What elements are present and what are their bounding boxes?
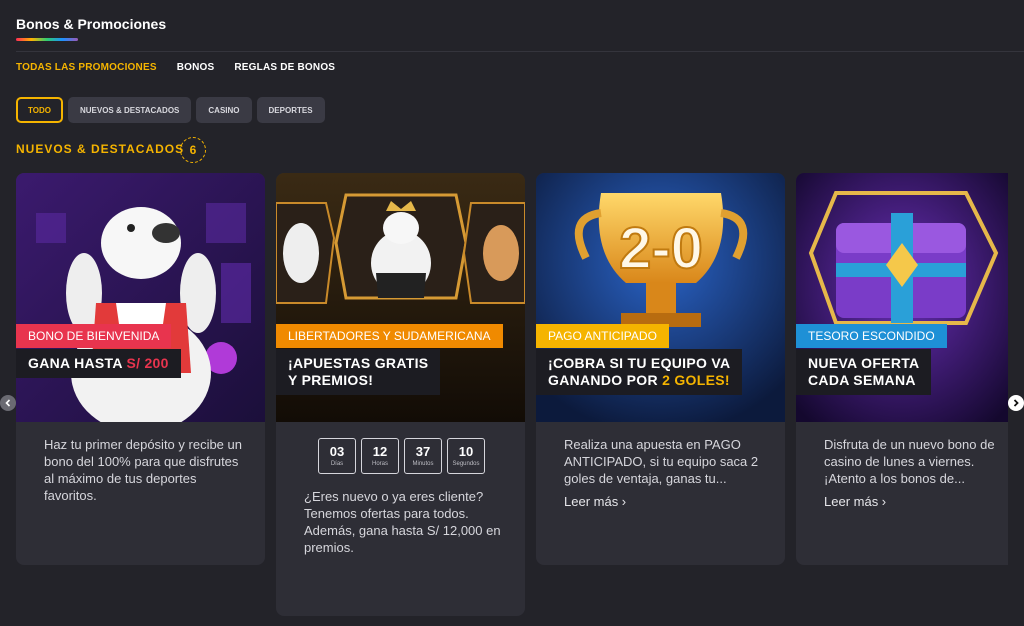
headline-amount: S/ 200 bbox=[126, 355, 169, 371]
promo-card-pago-anticipado[interactable]: 2-0 PAGO ANTICIPADO ¡COBRA SI TU EQUIPO … bbox=[536, 173, 785, 565]
promo-card-tesoro-escondido[interactable]: TESORO ESCONDIDO NUEVA OFERTA CADA SEMAN… bbox=[796, 173, 1008, 565]
promo-description: ¿Eres nuevo o ya eres cliente? Tenemos o… bbox=[304, 489, 501, 555]
promo-image-bear-king: LIBERTADORES Y SUDAMERICANA ¡APUESTAS GR… bbox=[276, 173, 525, 422]
promo-card-bono-bienvenida[interactable]: BONO DE BIENVENIDA GANA HASTA S/ 200 Haz… bbox=[16, 173, 265, 565]
countdown-timer: 03 Días 12 Horas 37 Minutos 10 Segundos bbox=[318, 438, 525, 474]
promo-headline: ¡COBRA SI TU EQUIPO VA GANANDO POR 2 GOL… bbox=[536, 349, 743, 395]
promo-tag: BONO DE BIENVENIDA bbox=[16, 324, 172, 348]
promo-headline: GANA HASTA S/ 200 bbox=[16, 349, 181, 378]
headline-line-2: CADA SEMANA bbox=[808, 372, 916, 388]
promo-body: Disfruta de un nuevo bono de casino de l… bbox=[796, 422, 1008, 530]
header-divider bbox=[16, 51, 1024, 52]
tab-todas-las-promociones[interactable]: TODAS LAS PROMOCIONES bbox=[16, 62, 157, 73]
promo-tabs: TODAS LAS PROMOCIONES BONOS REGLAS DE BO… bbox=[16, 62, 335, 73]
countdown-hours: 12 Horas bbox=[361, 438, 399, 474]
page-title: Bonos & Promociones bbox=[16, 16, 167, 32]
section-heading: NUEVOS & DESTACADOS bbox=[16, 142, 185, 156]
promo-headline: ¡APUESTAS GRATIS Y PREMIOS! bbox=[276, 349, 441, 395]
chevron-right-icon bbox=[1013, 399, 1019, 407]
tab-bonos[interactable]: BONOS bbox=[177, 62, 215, 73]
countdown-days: 03 Días bbox=[318, 438, 356, 474]
headline-line-2: Y PREMIOS! bbox=[288, 372, 374, 388]
promo-headline: NUEVA OFERTA CADA SEMANA bbox=[796, 349, 932, 395]
promo-description: Disfruta de un nuevo bono de casino de l… bbox=[824, 437, 995, 486]
filter-todo[interactable]: TODO bbox=[16, 97, 63, 123]
carousel-prev-button[interactable] bbox=[0, 395, 16, 411]
countdown-seconds: 10 Segundos bbox=[447, 438, 485, 474]
promo-tag: LIBERTADORES Y SUDAMERICANA bbox=[276, 324, 503, 348]
headline-text: GANA HASTA bbox=[28, 355, 127, 371]
promo-count-badge: 6 bbox=[180, 137, 206, 163]
headline-line-1: ¡COBRA SI TU EQUIPO VA bbox=[548, 355, 731, 371]
filter-casino[interactable]: CASINO bbox=[196, 97, 252, 123]
chevron-left-icon bbox=[5, 399, 11, 407]
promo-description: Haz tu primer depósito y recibe un bono … bbox=[44, 437, 242, 503]
read-more-link[interactable]: Leer más › bbox=[824, 493, 1004, 510]
promo-tag: PAGO ANTICIPADO bbox=[536, 324, 669, 348]
promo-card-libertadores[interactable]: LIBERTADORES Y SUDAMERICANA ¡APUESTAS GR… bbox=[276, 173, 525, 616]
promo-image-polar-bear: BONO DE BIENVENIDA GANA HASTA S/ 200 bbox=[16, 173, 265, 422]
filter-chips: TODO NUEVOS & DESTACADOS CASINO DEPORTES bbox=[16, 97, 325, 123]
carousel-next-button[interactable] bbox=[1008, 395, 1024, 411]
promo-body: Realiza una apuesta en PAGO ANTICIPADO, … bbox=[536, 422, 785, 530]
headline-line-1: NUEVA OFERTA bbox=[808, 355, 920, 371]
tab-reglas-de-bonos[interactable]: REGLAS DE BONOS bbox=[234, 62, 335, 73]
countdown-wrapper: 03 Días 12 Horas 37 Minutos 10 Segundos … bbox=[276, 422, 525, 576]
promo-tag: TESORO ESCONDIDO bbox=[796, 324, 947, 348]
promo-description: Realiza una apuesta en PAGO ANTICIPADO, … bbox=[564, 437, 759, 486]
trophy-score-text: 2-0 bbox=[619, 216, 703, 281]
title-underline bbox=[16, 38, 78, 41]
headline-line-2: GANANDO POR 2 GOLES! bbox=[548, 372, 730, 388]
countdown-minutes: 37 Minutos bbox=[404, 438, 442, 474]
read-more-link[interactable]: Leer más › bbox=[564, 493, 765, 510]
promo-image-trophy: 2-0 PAGO ANTICIPADO ¡COBRA SI TU EQUIPO … bbox=[536, 173, 785, 422]
filter-deportes[interactable]: DEPORTES bbox=[256, 97, 325, 123]
filter-nuevos-destacados[interactable]: NUEVOS & DESTACADOS bbox=[67, 97, 192, 123]
headline-line-1: ¡APUESTAS GRATIS bbox=[288, 355, 429, 371]
promo-image-treasure-chest: TESORO ESCONDIDO NUEVA OFERTA CADA SEMAN… bbox=[796, 173, 1008, 422]
